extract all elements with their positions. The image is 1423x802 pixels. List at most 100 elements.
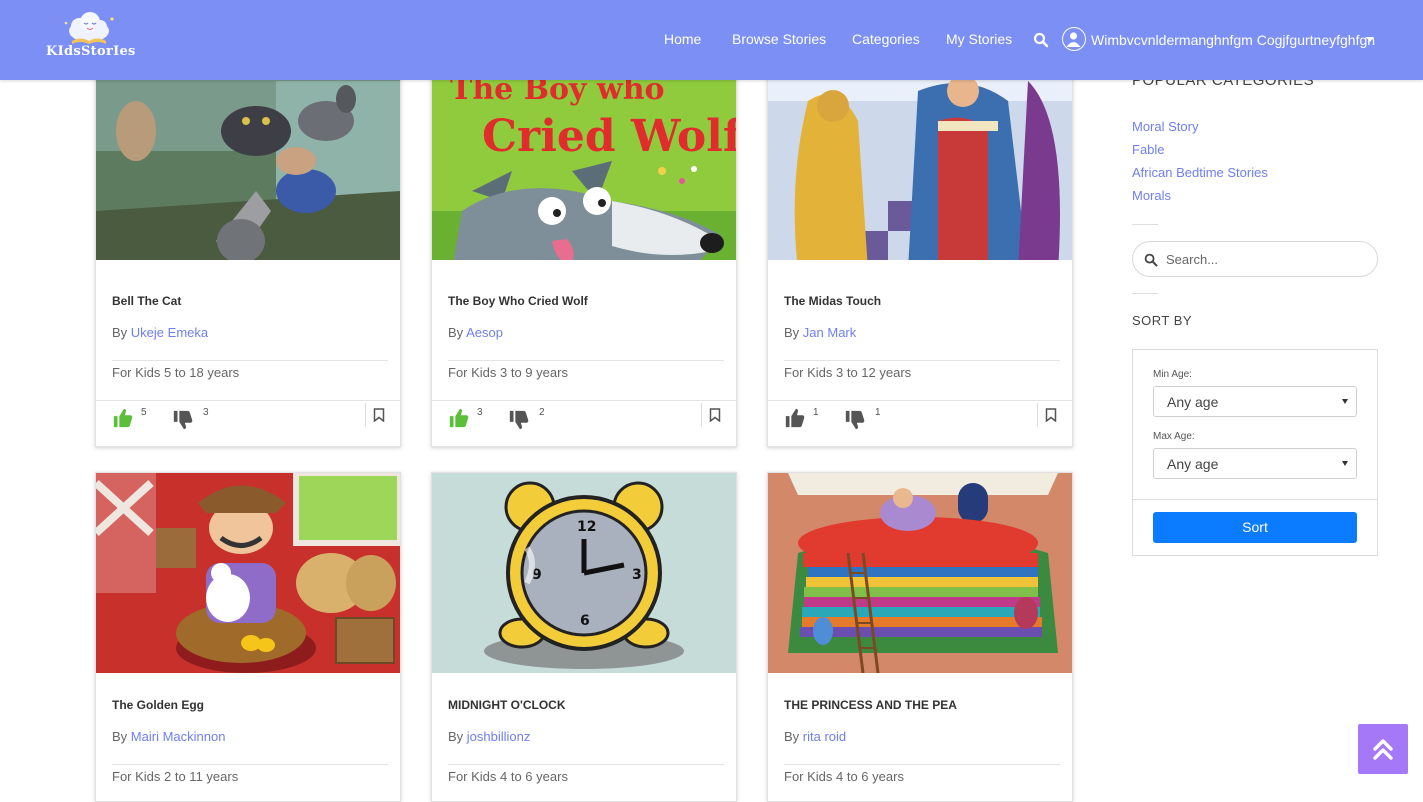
- logo-text: KIdsStorIes: [46, 44, 136, 59]
- search-icon: [1144, 253, 1158, 267]
- min-age-label: Min Age:: [1153, 369, 1192, 380]
- divider: [448, 360, 724, 361]
- divider: [365, 403, 366, 427]
- story-title[interactable]: MIDNIGHT O'CLOCK: [448, 698, 566, 712]
- svg-text:6: 6: [580, 613, 590, 629]
- age-range: For Kids 3 to 12 years: [784, 365, 912, 380]
- thumbs-down-icon[interactable]: [172, 409, 194, 431]
- nav-my-stories[interactable]: My Stories: [946, 31, 1012, 47]
- story-cover-image[interactable]: [96, 61, 400, 260]
- nav-browse-stories[interactable]: Browse Stories: [732, 31, 826, 47]
- search-input[interactable]: [1166, 248, 1366, 270]
- divider: [432, 400, 736, 401]
- min-age-value: Any age: [1167, 394, 1219, 410]
- scroll-to-top-button[interactable]: [1358, 724, 1408, 774]
- nav-categories[interactable]: Categories: [852, 31, 920, 47]
- divider: [112, 764, 388, 765]
- site-logo[interactable]: KIdsStorIes: [46, 11, 136, 65]
- divider: [1037, 403, 1038, 427]
- story-card[interactable]: The Midas Touch By Jan Mark For Kids 3 t…: [767, 60, 1073, 447]
- svg-text:12: 12: [577, 519, 596, 535]
- category-link-moral-story[interactable]: Moral Story: [1132, 119, 1198, 134]
- divider: [1133, 499, 1377, 500]
- story-cover-image[interactable]: [768, 473, 1072, 673]
- max-age-label: Max Age:: [1153, 431, 1195, 442]
- thumbs-up-icon[interactable]: [784, 407, 806, 429]
- story-title[interactable]: The Midas Touch: [784, 294, 881, 308]
- user-avatar-icon[interactable]: [1062, 27, 1086, 51]
- story-title[interactable]: THE PRINCESS AND THE PEA: [784, 698, 957, 712]
- min-age-select[interactable]: Any age: [1153, 386, 1357, 417]
- story-card[interactable]: 12 3 6 9 MIDNIGHT O'CLOCK By joshbillion…: [431, 472, 737, 802]
- thumbs-down-icon[interactable]: [844, 409, 866, 431]
- story-card[interactable]: Bell The Cat By Ukeje Emeka For Kids 5 t…: [95, 60, 401, 447]
- age-range: For Kids 5 to 18 years: [112, 365, 240, 380]
- divider: [1132, 293, 1158, 294]
- dislike-count: 2: [539, 407, 545, 418]
- max-age-value: Any age: [1167, 456, 1219, 472]
- story-cover-image[interactable]: [768, 61, 1072, 260]
- age-range: For Kids 4 to 6 years: [448, 769, 568, 784]
- story-author: By Jan Mark: [784, 325, 856, 340]
- sort-button[interactable]: Sort: [1153, 512, 1357, 543]
- story-card[interactable]: THE PRINCESS AND THE PEA By rita roid Fo…: [767, 472, 1073, 802]
- age-range: For Kids 3 to 9 years: [448, 365, 568, 380]
- category-link-fable[interactable]: Fable: [1132, 142, 1165, 157]
- author-link[interactable]: joshbillionz: [467, 729, 531, 744]
- author-link[interactable]: Aesop: [466, 325, 503, 340]
- by-label: By: [784, 729, 800, 744]
- author-link[interactable]: Mairi Mackinnon: [131, 729, 226, 744]
- author-link[interactable]: Jan Mark: [803, 325, 856, 340]
- divider: [768, 400, 1072, 401]
- divider: [784, 360, 1060, 361]
- sort-by-heading: SORT BY: [1132, 313, 1193, 328]
- story-cover-image[interactable]: 12 3 6 9: [432, 473, 736, 673]
- age-range: For Kids 2 to 11 years: [112, 769, 239, 784]
- story-author: By Mairi Mackinnon: [112, 729, 225, 744]
- bookmark-icon[interactable]: [709, 408, 721, 422]
- like-count: 5: [141, 407, 147, 418]
- category-link-african-bedtime-stories[interactable]: African Bedtime Stories: [1132, 165, 1268, 180]
- svg-text:3: 3: [632, 567, 642, 583]
- search-icon[interactable]: [1033, 32, 1049, 48]
- by-label: By: [112, 325, 128, 340]
- cover-text: Cried Wolf: [482, 111, 736, 162]
- select-arrow-icon: [1342, 399, 1348, 404]
- user-menu-name[interactable]: Wimbvcvnldermanghnfgm Cogjfgurtneyfghfgn: [1091, 32, 1375, 48]
- bookmark-icon[interactable]: [1045, 408, 1057, 422]
- divider: [448, 764, 724, 765]
- story-card[interactable]: The Golden Egg By Mairi Mackinnon For Ki…: [95, 472, 401, 802]
- author-link[interactable]: Ukeje Emeka: [131, 325, 208, 340]
- sort-panel: Min Age: Any age Max Age: Any age Sort: [1132, 349, 1378, 556]
- chevron-down-icon[interactable]: [1366, 37, 1374, 42]
- divider: [112, 360, 388, 361]
- sidebar-search[interactable]: [1132, 241, 1378, 277]
- category-link-morals[interactable]: Morals: [1132, 188, 1171, 203]
- story-card[interactable]: The Boy who Cried Wolf The Boy Who Cried…: [431, 60, 737, 447]
- story-author: By Ukeje Emeka: [112, 325, 208, 340]
- story-author: By joshbillionz: [448, 729, 530, 744]
- story-title[interactable]: The Golden Egg: [112, 698, 204, 712]
- divider: [96, 400, 400, 401]
- author-link[interactable]: rita roid: [803, 729, 846, 744]
- dislike-count: 3: [203, 407, 209, 418]
- story-title[interactable]: The Boy Who Cried Wolf: [448, 294, 588, 308]
- thumbs-up-icon[interactable]: [448, 407, 470, 429]
- select-arrow-icon: [1342, 461, 1348, 466]
- thumbs-down-icon[interactable]: [508, 409, 530, 431]
- age-range: For Kids 4 to 6 years: [784, 769, 904, 784]
- like-count: 1: [813, 407, 819, 418]
- divider: [701, 403, 702, 427]
- by-label: By: [448, 729, 464, 744]
- thumbs-up-icon[interactable]: [112, 407, 134, 429]
- story-title[interactable]: Bell The Cat: [112, 294, 181, 308]
- story-cover-image[interactable]: [96, 473, 400, 673]
- max-age-select[interactable]: Any age: [1153, 448, 1357, 479]
- like-count: 3: [477, 407, 483, 418]
- cloud-book-icon: [64, 12, 114, 44]
- by-label: By: [448, 325, 464, 340]
- by-label: By: [112, 729, 128, 744]
- bookmark-icon[interactable]: [373, 408, 385, 422]
- story-cover-image[interactable]: The Boy who Cried Wolf: [432, 61, 736, 260]
- nav-home[interactable]: Home: [664, 31, 701, 47]
